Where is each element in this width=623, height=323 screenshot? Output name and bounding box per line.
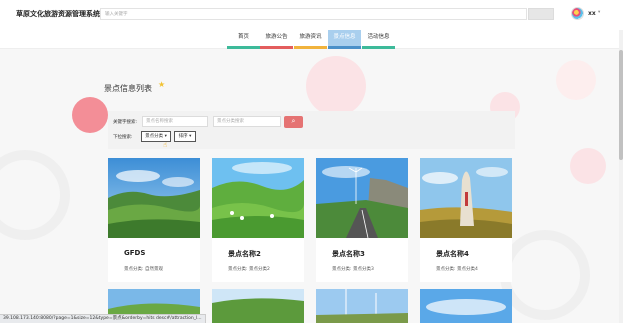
attraction-category: 景点分类: 景点分类2	[228, 267, 270, 272]
main-nav: 首页 旅游公告 旅游资讯 景点信息 活动信息	[0, 30, 623, 49]
decor-ring-right	[500, 230, 590, 320]
attraction-image[interactable]	[316, 289, 408, 323]
sort-select[interactable]: 排序 ▾	[174, 131, 196, 142]
tab-news[interactable]: 旅游资讯	[294, 30, 327, 49]
tab-underline	[362, 46, 395, 49]
username[interactable]: xx	[588, 10, 596, 17]
attraction-name[interactable]: GFDS	[124, 249, 145, 257]
category-search-input[interactable]	[213, 116, 281, 127]
scrollbar-thumb[interactable]	[619, 50, 623, 160]
tab-label: 旅游公告	[265, 34, 288, 40]
tab-underline	[227, 46, 260, 49]
attraction-card[interactable]: GFDS 景点分类: 自然景观	[108, 158, 200, 282]
search-icon: ⌕	[291, 117, 296, 125]
status-bar-url: 39.108.173.140:8080/?page=1&size=12&type…	[0, 314, 206, 323]
decor-ring-left	[0, 150, 70, 240]
attraction-card[interactable]: 景点名称4 景点分类: 景点分类4	[420, 158, 512, 282]
tab-label: 景点信息	[333, 34, 356, 40]
decor-circle-red	[72, 97, 108, 133]
attraction-name[interactable]: 景点名称4	[436, 249, 469, 259]
keyword-label: 关键字搜索:	[113, 120, 138, 125]
tab-activities[interactable]: 活动信息	[362, 30, 395, 49]
site-title: 草原文化旅游资源管理系统	[16, 10, 100, 18]
tab-home[interactable]: 首页	[227, 30, 260, 49]
attraction-card[interactable]: 景点名称2 景点分类: 景点分类2	[212, 158, 304, 282]
avatar[interactable]	[571, 7, 584, 20]
search-button[interactable]	[528, 8, 554, 20]
attraction-category: 景点分类: 景点分类3	[332, 267, 374, 272]
tab-underline	[260, 46, 293, 49]
tab-label: 首页	[237, 34, 249, 40]
attraction-image[interactable]	[212, 158, 304, 238]
attraction-image[interactable]	[316, 158, 408, 238]
attraction-image[interactable]	[420, 289, 512, 323]
attraction-card[interactable]: 景点名称3 景点分类: 景点分类3	[316, 158, 408, 282]
attraction-category: 景点分类: 自然景观	[124, 267, 163, 272]
tab-attractions[interactable]: 景点信息	[328, 30, 361, 49]
section-title: 景点信息列表	[104, 84, 152, 93]
tab-label: 旅游资讯	[299, 34, 322, 40]
attraction-name[interactable]: 景点名称3	[332, 249, 365, 259]
top-header: 草原文化旅游资源管理系统 xx ▾	[0, 0, 623, 30]
attraction-image[interactable]	[420, 158, 512, 238]
attraction-name[interactable]: 景点名称2	[228, 249, 261, 259]
attraction-image[interactable]	[108, 158, 200, 238]
decor-circle-pink-mid	[570, 148, 606, 184]
attraction-category: 景点分类: 景点分类4	[436, 267, 478, 272]
tab-underline	[328, 46, 361, 49]
tab-label: 活动信息	[367, 34, 390, 40]
star-icon: ★	[158, 80, 166, 89]
search-input[interactable]	[100, 8, 527, 20]
name-search-input[interactable]	[142, 116, 208, 127]
decor-circle-pink-right	[556, 60, 596, 100]
attraction-image[interactable]	[212, 289, 304, 323]
filter-search-button[interactable]: ⌕	[284, 116, 303, 128]
dropdown-label: 下拉搜索:	[113, 135, 133, 140]
chevron-down-icon[interactable]: ▾	[598, 10, 600, 15]
hand-pointer-icon: ☝	[163, 141, 168, 149]
tab-announcements[interactable]: 旅游公告	[260, 30, 293, 49]
decor-circle-pink	[306, 56, 366, 116]
tab-underline	[294, 46, 327, 49]
